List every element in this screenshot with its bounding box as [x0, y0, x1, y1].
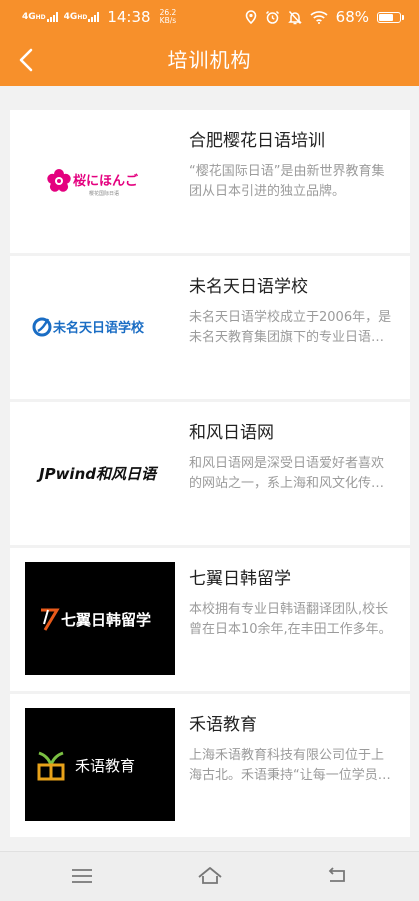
institution-list: 桜にほんご 樱花国际日语 合肥樱花日语培训 “樱花国际日语”是由新世界教育集团从…	[10, 110, 410, 840]
battery-percent: 68%	[335, 8, 369, 26]
institution-logo: JPwind和风日语	[25, 416, 175, 529]
institution-card[interactable]: 禾语教育 禾语教育 上海禾语教育科技有限公司位于上海古北。禾语秉持“让每一位学员…	[10, 694, 410, 837]
heyu-logo-icon: 禾语教育	[37, 751, 135, 780]
institution-desc: 和风日语网是深受日语爱好者喜欢的网站之一，系上海和风文化传播有限公司旗下网站。	[189, 456, 385, 491]
system-nav-bar	[0, 851, 419, 901]
wifi-icon	[310, 11, 328, 24]
institution-card[interactable]: 桜にほんご 樱花国际日语 合肥樱花日语培训 “樱花国际日语”是由新世界教育集团从…	[10, 110, 410, 253]
weimingtian-logo-icon: 未名天日语学校	[32, 317, 145, 336]
alarm-icon	[265, 10, 279, 24]
institution-name: 和风日语网	[189, 423, 274, 443]
home-icon[interactable]	[196, 862, 224, 890]
institution-card[interactable]: 七翼日韩留学 七翼日韩留学 本校拥有专业日韩语翻译团队,校长曾在日本10余年,在…	[10, 548, 410, 691]
institution-desc: “樱花国际日语”是由新世界教育集团从日本引进的独立品牌。	[189, 164, 385, 199]
signal-indicator-2: 4GHD	[64, 12, 100, 22]
svg-text:JPwind和风日语: JPwind和风日语	[36, 465, 159, 483]
qiyi-logo-icon: 七翼日韩留学	[41, 608, 151, 631]
svg-text:樱花国际日语: 樱花国际日语	[89, 190, 119, 197]
institution-logo: 桜にほんご 樱花国际日语	[25, 124, 175, 237]
institution-name: 禾语教育	[189, 715, 257, 735]
institution-logo: 未名天日语学校	[25, 270, 175, 383]
institution-desc: 本校拥有专业日韩语翻译团队,校长曾在日本10余年,在丰田工作多年。	[189, 602, 392, 637]
svg-text:禾语教育: 禾语教育	[75, 757, 135, 775]
mute-bell-icon	[287, 10, 302, 24]
svg-text:未名天日语学校: 未名天日语学校	[52, 320, 145, 336]
status-bar: 4GHD 4GHD 14:38 26.2 KB/s 68%	[0, 0, 419, 34]
institution-card[interactable]: 未名天日语学校 未名天日语学校 未名天日语学校成立于2006年，是未名天教育集团…	[10, 256, 410, 399]
svg-text:桜にほんご: 桜にほんご	[73, 173, 139, 189]
institution-name: 七翼日韩留学	[189, 569, 291, 589]
svg-text:七翼日韩留学: 七翼日韩留学	[61, 611, 151, 629]
institution-card[interactable]: JPwind和风日语 和风日语网 和风日语网是深受日语爱好者喜欢的网站之一，系上…	[10, 402, 410, 545]
institution-name: 未名天日语学校	[189, 277, 308, 297]
signal-bars-icon	[46, 12, 58, 22]
clock: 14:38	[107, 8, 151, 26]
menu-icon[interactable]	[68, 862, 96, 890]
sakura-logo-icon: 桜にほんご 樱花国际日语	[47, 168, 139, 197]
institution-logo: 禾语教育	[25, 708, 175, 821]
signal-bars-icon	[88, 12, 100, 22]
battery-icon	[377, 11, 404, 23]
back-icon[interactable]	[324, 862, 352, 890]
header-area: 4GHD 4GHD 14:38 26.2 KB/s 68% 培训机构	[0, 0, 419, 86]
location-icon	[245, 10, 256, 24]
institution-desc: 未名天日语学校成立于2006年，是未名天教育集团旗下的专业日语培训学校。	[189, 310, 392, 345]
signal-indicator-1: 4GHD	[22, 12, 58, 22]
institution-name: 合肥樱花日语培训	[189, 131, 325, 151]
jpwind-logo-icon: JPwind和风日语	[36, 465, 159, 483]
network-speed: 26.2 KB/s	[159, 8, 177, 25]
institution-logo: 七翼日韩留学	[25, 562, 175, 675]
institution-desc: 上海禾语教育科技有限公司位于上海古北。禾语秉持“让每一位学员学有所成”的理念。	[189, 748, 391, 783]
page-title: 培训机构	[167, 48, 252, 72]
app-bar: 培训机构	[0, 34, 419, 86]
